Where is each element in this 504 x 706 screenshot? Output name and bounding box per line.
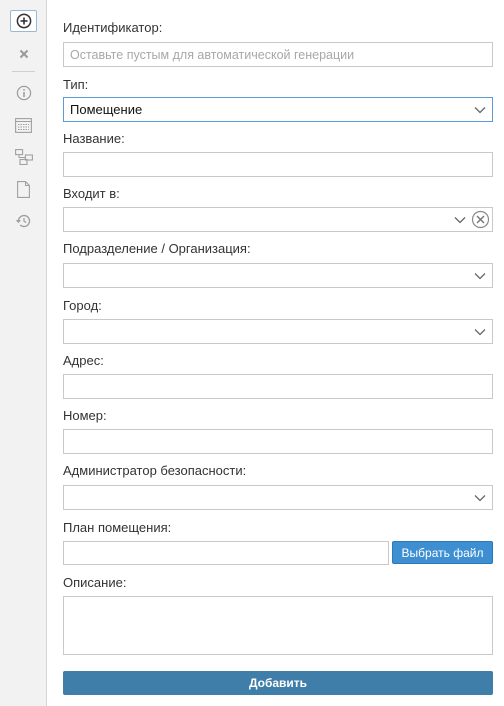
chevron-down-icon	[474, 329, 486, 336]
list-icon	[15, 117, 32, 133]
number-label: Номер:	[63, 408, 107, 423]
close-icon	[19, 49, 28, 59]
close-button[interactable]	[10, 43, 37, 65]
parent-label: Входит в:	[63, 186, 120, 201]
type-label: Тип:	[63, 77, 89, 92]
add-icon	[16, 13, 31, 29]
side-toolbar	[0, 0, 47, 706]
number-input[interactable]	[63, 429, 493, 454]
address-label: Адрес:	[63, 353, 104, 368]
info-icon	[16, 85, 31, 101]
info-button[interactable]	[10, 82, 37, 104]
id-input[interactable]: Оставьте пустым для автоматической генер…	[63, 42, 493, 67]
department-select[interactable]	[63, 263, 493, 288]
chevron-down-icon	[474, 107, 486, 114]
name-input[interactable]	[63, 152, 493, 177]
chevron-down-icon	[474, 273, 486, 280]
history-icon	[15, 214, 31, 228]
list-button[interactable]	[10, 114, 37, 136]
hierarchy-button[interactable]	[10, 146, 37, 168]
security-admin-select[interactable]	[63, 485, 493, 510]
id-input-placeholder: Оставьте пустым для автоматической генер…	[70, 48, 355, 62]
department-label: Подразделение / Организация:	[63, 241, 251, 256]
type-select-value: Помещение	[70, 102, 143, 117]
document-icon	[17, 180, 30, 198]
city-label: Город:	[63, 298, 102, 313]
address-input[interactable]	[63, 374, 493, 399]
type-select[interactable]: Помещение	[63, 97, 493, 122]
document-button[interactable]	[10, 178, 37, 200]
toolbar-divider	[12, 71, 35, 72]
chevron-down-icon	[474, 495, 486, 502]
description-textarea[interactable]	[63, 596, 493, 655]
id-label: Идентификатор:	[63, 20, 163, 35]
description-label: Описание:	[63, 575, 127, 590]
plan-file-input[interactable]	[63, 541, 389, 565]
city-select[interactable]	[63, 319, 493, 344]
security-admin-label: Администратор безопасности:	[63, 463, 247, 478]
chevron-down-icon	[454, 217, 466, 224]
hierarchy-icon	[14, 149, 33, 165]
parent-select[interactable]	[63, 207, 493, 232]
name-label: Название:	[63, 131, 125, 146]
add-button[interactable]	[10, 10, 37, 32]
clear-icon[interactable]	[471, 210, 490, 229]
choose-file-button[interactable]: Выбрать файл	[392, 541, 493, 564]
plan-label: План помещения:	[63, 520, 172, 535]
submit-add-button[interactable]: Добавить	[63, 671, 493, 695]
history-button[interactable]	[10, 210, 37, 232]
